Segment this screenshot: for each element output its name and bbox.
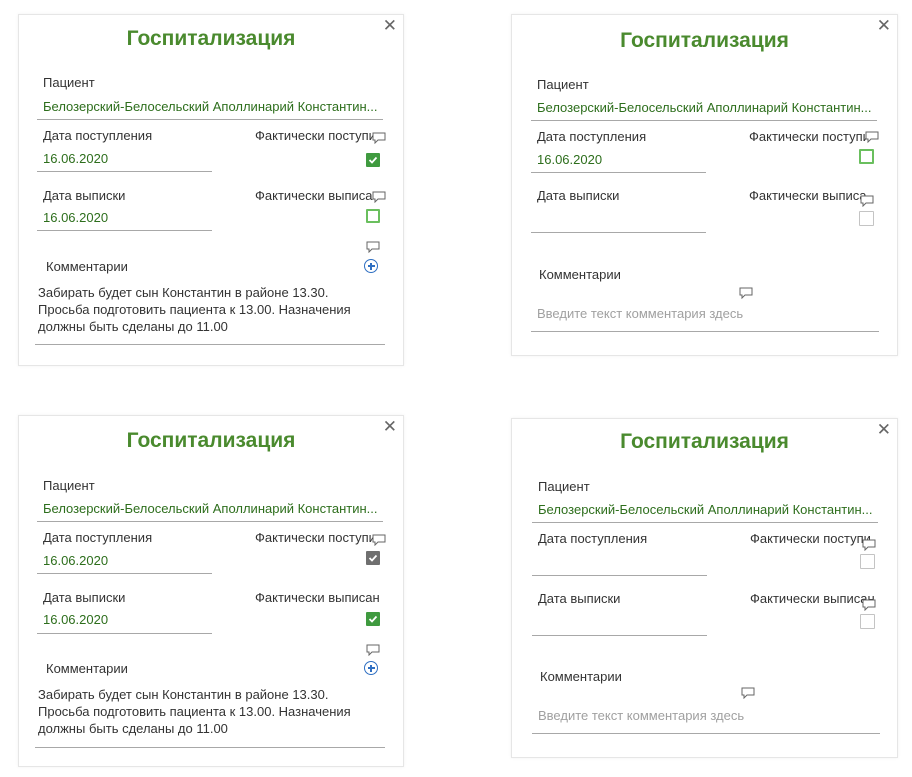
actual-discharge-label: Фактически выписан [749, 188, 867, 203]
discharge-date-underline [532, 635, 707, 636]
actual-discharge-label: Фактически выписан [750, 591, 874, 606]
comment-line: Просьба подготовить пациента к 13.00. На… [38, 302, 351, 317]
comments-label: Комментарии [540, 669, 622, 684]
discharge-date-underline [531, 232, 706, 233]
admission-date-label: Дата поступления [43, 530, 153, 545]
card-title: Госпитализация [620, 430, 789, 453]
comment-line: Забирать будет сын Константин в районе 1… [38, 687, 329, 702]
admission-date-label: Дата поступления [43, 128, 153, 143]
actual-admission-label: Фактически поступи [750, 531, 871, 546]
admission-date-label: Дата поступления [538, 531, 648, 546]
card-title: Госпитализация [126, 429, 296, 452]
patient-label: Пациент [537, 77, 589, 92]
patient-underline [531, 120, 877, 121]
comment-bubble-icon[interactable] [372, 132, 386, 144]
discharge-date-label: Дата выписки [43, 188, 126, 203]
add-circle-icon[interactable] [364, 259, 378, 273]
comment-bubble-icon[interactable] [372, 191, 386, 203]
admission-date-underline [531, 172, 706, 173]
admission-date-value[interactable]: 16.06.2020 [43, 553, 108, 568]
actual-admission-label: Фактически поступи [255, 128, 373, 143]
actual-admission-checkbox[interactable] [860, 554, 875, 569]
actual-admission-checkbox[interactable] [859, 149, 874, 164]
comment-line: должны быть сделаны до 11.00 [38, 721, 228, 736]
actual-admission-label: Фактически поступи [255, 530, 373, 545]
check-icon [368, 156, 378, 164]
hospitalization-card-4: ✕ Госпитализация Пациент Белозерский-Бел… [511, 418, 898, 758]
comment-bubble-icon[interactable] [366, 644, 380, 656]
comment-placeholder[interactable]: Введите текст комментария здесь [538, 708, 744, 723]
add-circle-icon[interactable] [364, 661, 378, 675]
actual-discharge-checkbox[interactable] [860, 614, 875, 629]
comment-bubble-icon[interactable] [862, 539, 876, 551]
admission-date-value[interactable]: 16.06.2020 [43, 151, 108, 166]
actual-admission-checkbox[interactable] [366, 153, 380, 167]
discharge-date-label: Дата выписки [43, 590, 126, 605]
comments-label: Комментарии [539, 267, 621, 282]
check-icon [368, 554, 378, 562]
actual-discharge-checkbox[interactable] [366, 612, 380, 626]
patient-name-value[interactable]: Белозерский-Белосельский Аполлинарий Кон… [43, 99, 378, 114]
admission-date-underline [37, 171, 212, 172]
patient-name-value[interactable]: Белозерский-Белосельский Аполлинарий Кон… [43, 501, 378, 516]
comment-text[interactable]: Забирать будет сын Константин в районе 1… [38, 284, 378, 335]
admission-date-underline [37, 573, 212, 574]
actual-discharge-checkbox[interactable] [859, 211, 874, 226]
check-icon [368, 615, 378, 623]
comments-label: Комментарии [46, 259, 128, 274]
discharge-date-label: Дата выписки [538, 591, 621, 606]
actual-admission-label: Фактически поступи [749, 129, 867, 144]
hospitalization-card-3: ✕ Госпитализация Пациент Белозерский-Бел… [18, 415, 404, 767]
comment-line: Забирать будет сын Константин в районе 1… [38, 285, 329, 300]
comment-bubble-icon[interactable] [741, 687, 755, 699]
comment-bubble-icon[interactable] [739, 287, 753, 299]
comment-bubble-icon[interactable] [860, 195, 874, 207]
patient-label: Пациент [43, 478, 95, 493]
admission-date-label: Дата поступления [537, 129, 647, 144]
patient-name-value[interactable]: Белозерский-Белосельский Аполлинарий Кон… [538, 502, 873, 517]
hospitalization-card-2: ✕ Госпитализация Пациент Белозерский-Бел… [511, 14, 898, 356]
hospitalization-card-1: ✕ Госпитализация Пациент Белозерский-Бел… [18, 14, 404, 366]
actual-discharge-checkbox[interactable] [366, 209, 380, 223]
admission-date-value[interactable]: 16.06.2020 [537, 152, 602, 167]
patient-label: Пациент [538, 479, 590, 494]
patient-name-value[interactable]: Белозерский-Белосельский Аполлинарий Кон… [537, 100, 872, 115]
actual-discharge-label: Фактически выписан [255, 590, 380, 605]
discharge-date-label: Дата выписки [537, 188, 620, 203]
comment-placeholder[interactable]: Введите текст комментария здесь [537, 306, 743, 321]
comment-bubble-icon[interactable] [862, 599, 876, 611]
card-title: Госпитализация [126, 27, 296, 50]
comment-line: Просьба подготовить пациента к 13.00. На… [38, 704, 351, 719]
comment-bubble-icon[interactable] [366, 241, 380, 253]
comment-bubble-icon[interactable] [372, 534, 386, 546]
patient-label: Пациент [43, 75, 95, 90]
comment-underline [531, 331, 879, 332]
discharge-date-value[interactable]: 16.06.2020 [43, 612, 108, 627]
comment-bubble-icon[interactable] [865, 131, 879, 143]
patient-underline [532, 522, 878, 523]
comment-text[interactable]: Забирать будет сын Константин в районе 1… [38, 686, 378, 737]
admission-date-underline [532, 575, 707, 576]
comments-label: Комментарии [46, 661, 128, 676]
patient-underline [37, 119, 383, 120]
patient-underline [37, 521, 383, 522]
card-title: Госпитализация [620, 29, 789, 52]
comment-underline [35, 344, 385, 345]
actual-admission-checkbox[interactable] [366, 551, 380, 565]
discharge-date-value[interactable]: 16.06.2020 [43, 210, 108, 225]
discharge-date-underline [37, 633, 212, 634]
comment-underline [35, 747, 385, 748]
discharge-date-underline [37, 230, 212, 231]
comment-underline [532, 733, 880, 734]
actual-discharge-label: Фактически выписан [255, 188, 373, 203]
comment-line: должны быть сделаны до 11.00 [38, 319, 228, 334]
